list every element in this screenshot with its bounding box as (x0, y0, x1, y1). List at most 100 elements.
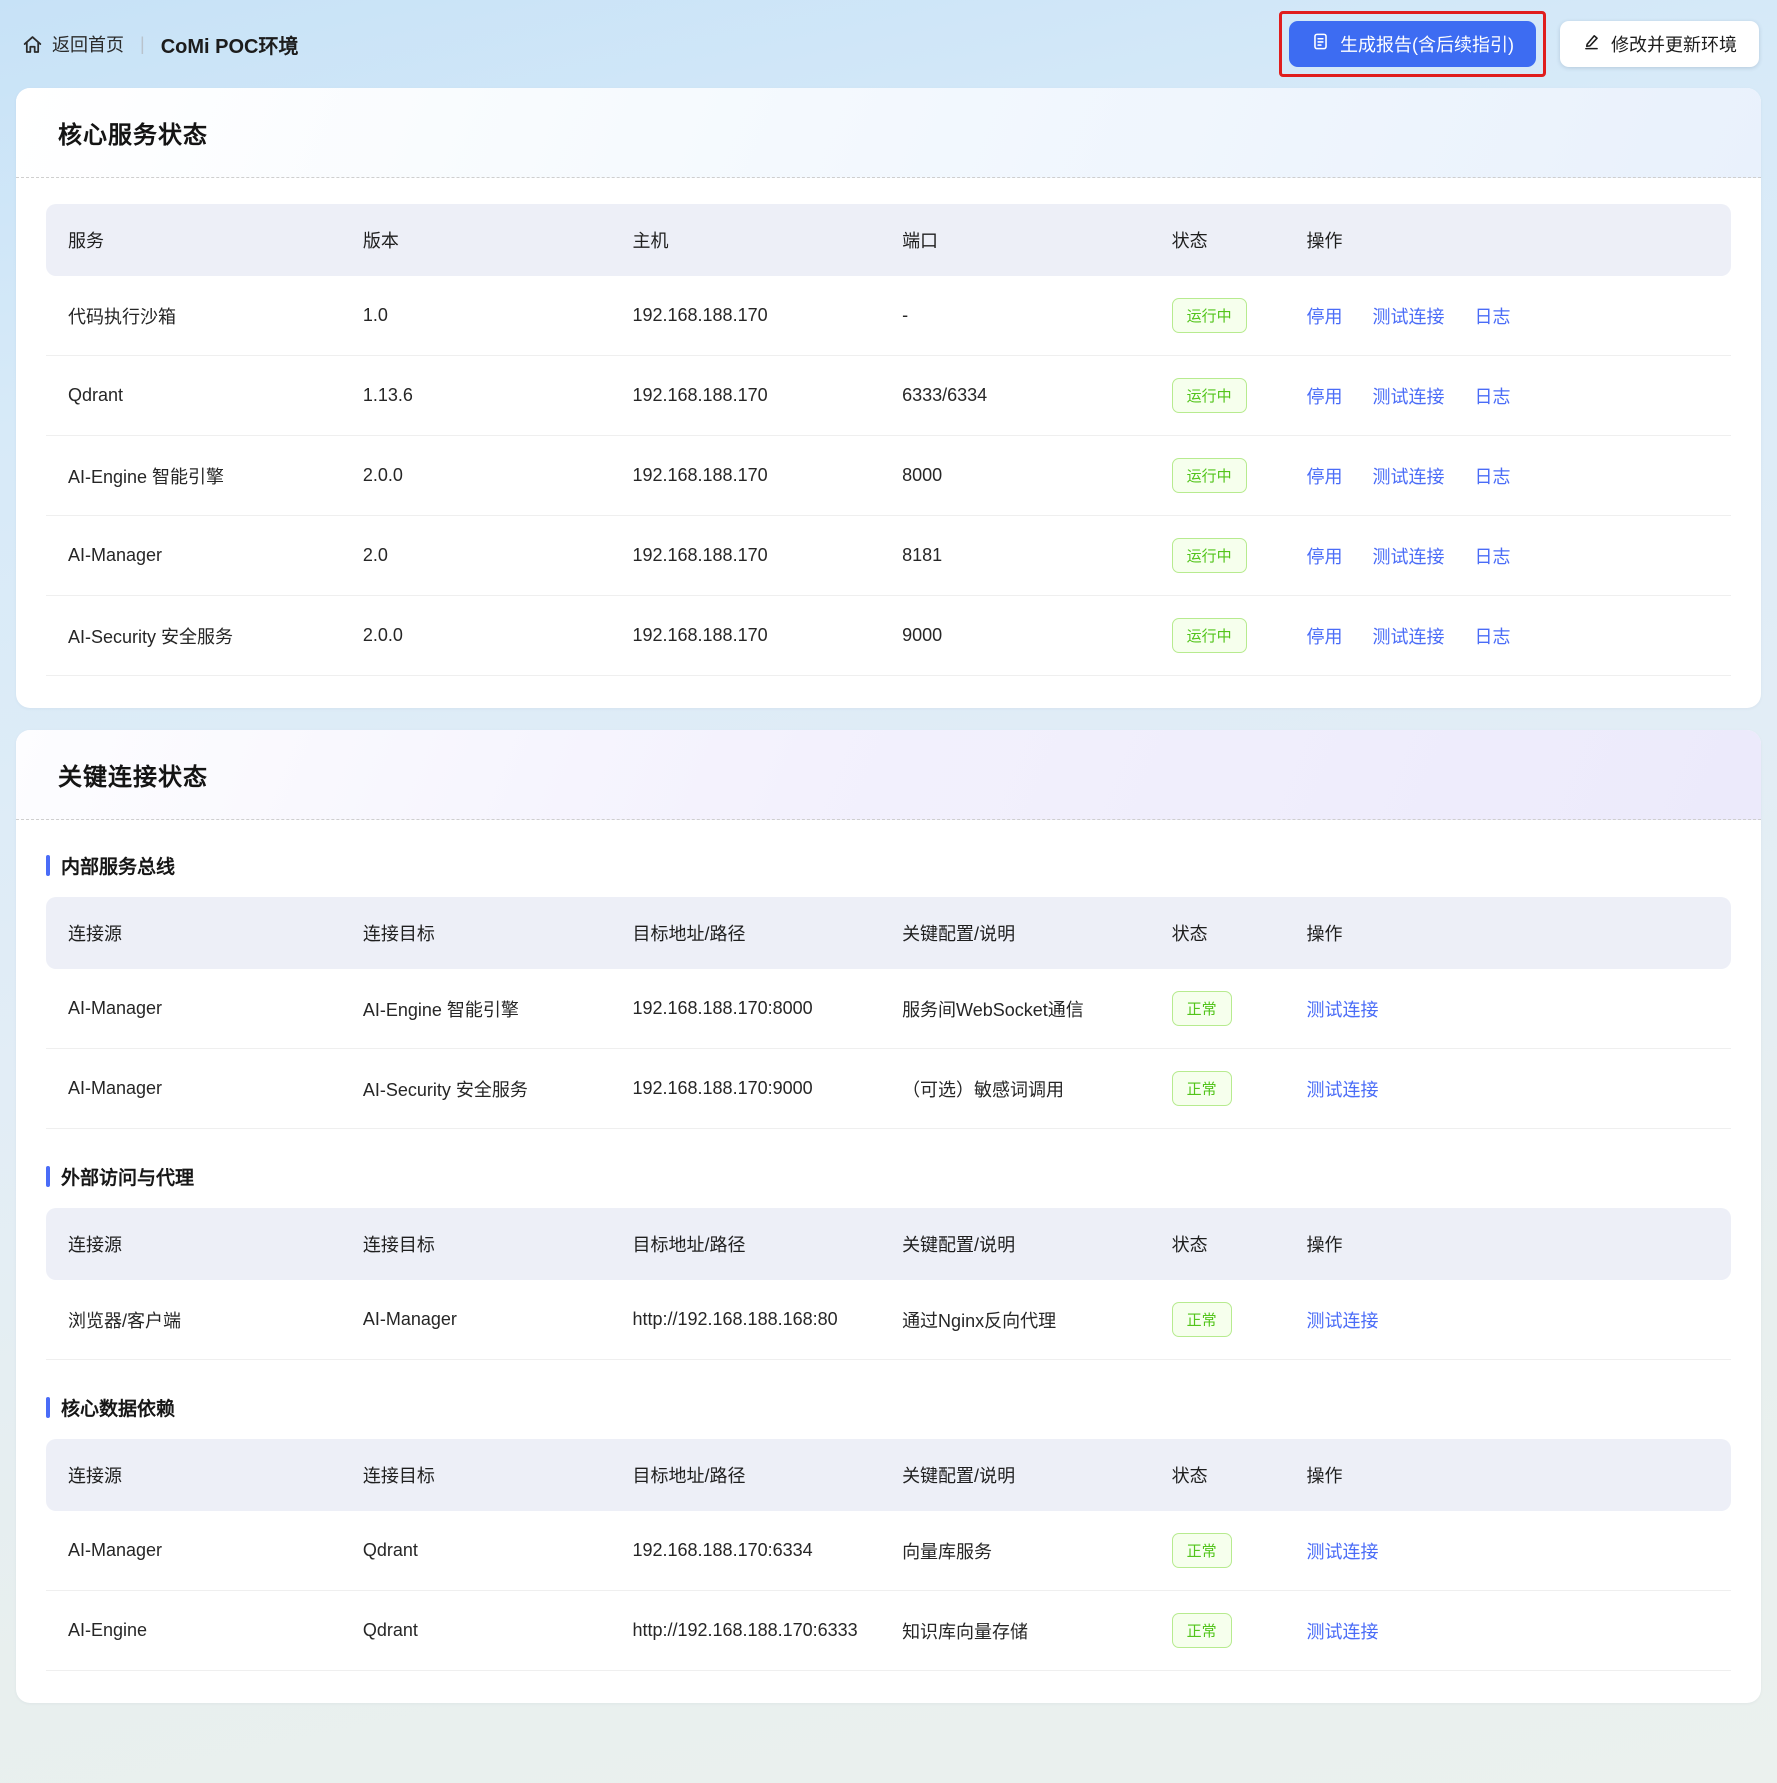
table-header-row: 连接源 连接目标 目标地址/路径 关键配置/说明 状态 操作 (46, 1439, 1731, 1511)
group-title: 核心数据依赖 (61, 1399, 176, 1420)
report-icon (1311, 32, 1330, 56)
service-host: 192.168.188.170 (632, 625, 768, 645)
status-badge: 运行中 (1171, 298, 1247, 333)
service-version: 2.0 (362, 545, 388, 565)
core-services-header: 核心服务状态 (16, 88, 1761, 178)
table-body: AI-Manager Qdrant 192.168.188.170:6334 向… (46, 1511, 1731, 1671)
group-label-bar (46, 855, 50, 876)
service-name: Qdrant (68, 385, 124, 405)
table-row: AI-Manager AI-Engine 智能引擎 192.168.188.17… (46, 969, 1731, 1049)
topbar-left: 返回首页 | CoMi POC环境 (22, 30, 298, 59)
conn-action-cell: 测试连接 (1284, 1307, 1731, 1333)
service-version: 1.13.6 (362, 385, 413, 405)
action-link[interactable]: 停用 (1306, 627, 1342, 647)
status-badge: 运行中 (1171, 618, 1247, 653)
action-link[interactable]: 停用 (1306, 547, 1342, 567)
column-header: 目标地址/路径 (632, 924, 746, 944)
action-link[interactable]: 测试连接 (1372, 307, 1444, 327)
conn-target: AI-Manager (362, 1309, 457, 1329)
service-version: 2.0.0 (362, 465, 403, 485)
conn-address: 192.168.188.170:9000 (632, 1078, 813, 1098)
service-port: - (902, 305, 909, 325)
core-services-body: 服务 版本 主机 端口 状态 操作 代码执行沙箱 1.0 192.168.188.170 … (16, 178, 1761, 708)
generate-report-button[interactable]: 生成报告(含后续指引) (1289, 21, 1536, 67)
status-badge: 正常 (1171, 1071, 1232, 1106)
conn-status-cell: 正常 (1150, 1613, 1285, 1648)
status-badge: 正常 (1171, 1533, 1232, 1568)
column-header: 状态 (1171, 924, 1208, 944)
column-header: 操作 (1306, 924, 1343, 944)
table-body: AI-Manager AI-Engine 智能引擎 192.168.188.17… (46, 969, 1731, 1129)
environment-title: CoMi POC环境 (160, 35, 299, 58)
group-label-bar (46, 1397, 50, 1418)
conn-action-cell: 测试连接 (1284, 996, 1731, 1022)
action-link[interactable]: 日志 (1474, 467, 1510, 487)
service-status-cell: 运行中 (1150, 378, 1285, 413)
service-port: 9000 (902, 625, 943, 645)
connection-table: 连接源 连接目标 目标地址/路径 关键配置/说明 状态 操作 AI-Manager AI-… (46, 897, 1731, 1129)
service-host: 192.168.188.170 (632, 545, 768, 565)
back-home-link[interactable]: 返回首页 (22, 31, 124, 57)
column-header: 目标地址/路径 (632, 1235, 746, 1255)
table-row: AI-Security 安全服务 2.0.0 192.168.188.170 9… (46, 596, 1731, 676)
action-link[interactable]: 测试连接 (1372, 627, 1444, 647)
row-actions: 停用 测试连接 日志 (1284, 383, 1731, 409)
action-link[interactable]: 日志 (1474, 627, 1510, 647)
column-header: 版本 (362, 231, 399, 251)
action-link[interactable]: 停用 (1306, 307, 1342, 327)
conn-address: 192.168.188.170:6334 (632, 1540, 813, 1560)
table-row: Qdrant 1.13.6 192.168.188.170 6333/6334 … (46, 356, 1731, 436)
table-header-row: 连接源 连接目标 目标地址/路径 关键配置/说明 状态 操作 (46, 1208, 1731, 1280)
column-header: 操作 (1306, 1235, 1343, 1255)
action-link[interactable]: 日志 (1474, 387, 1510, 407)
conn-config: 服务间WebSocket通信 (902, 999, 1084, 1020)
group-title: 内部服务总线 (61, 857, 176, 878)
action-link[interactable]: 日志 (1474, 547, 1510, 567)
conn-status-cell: 正常 (1150, 1302, 1285, 1337)
test-connection-link[interactable]: 测试连接 (1306, 1080, 1378, 1100)
column-header: 关键配置/说明 (902, 924, 1016, 944)
status-badge: 运行中 (1171, 458, 1247, 493)
connection-group: 外部访问与代理 连接源 连接目标 目标地址/路径 关键配置/说明 状态 操作 浏览器/客户… (46, 1163, 1731, 1360)
action-link[interactable]: 停用 (1306, 467, 1342, 487)
test-connection-link[interactable]: 测试连接 (1306, 1311, 1378, 1331)
row-actions: 停用 测试连接 日志 (1284, 543, 1731, 569)
status-badge: 运行中 (1171, 378, 1247, 413)
group-title: 外部访问与代理 (61, 1168, 195, 1189)
service-port: 6333/6334 (902, 385, 988, 405)
column-header: 连接目标 (362, 924, 435, 944)
home-icon (22, 34, 43, 55)
test-connection-link[interactable]: 测试连接 (1306, 1542, 1378, 1562)
service-host: 192.168.188.170 (632, 305, 768, 325)
row-actions: 停用 测试连接 日志 (1284, 623, 1731, 649)
table-row: 代码执行沙箱 1.0 192.168.188.170 - 运行中 停用 测试连接 日… (46, 276, 1731, 356)
connection-table: 连接源 连接目标 目标地址/路径 关键配置/说明 状态 操作 浏览器/客户端 AI-Man… (46, 1208, 1731, 1360)
service-name: AI-Security 安全服务 (68, 626, 234, 647)
group-label: 核心数据依赖 (46, 1394, 1731, 1421)
action-link[interactable]: 日志 (1474, 307, 1510, 327)
pencil-icon (1582, 32, 1601, 56)
service-version: 1.0 (362, 305, 388, 325)
action-link[interactable]: 测试连接 (1372, 467, 1444, 487)
service-name: AI-Engine 智能引擎 (68, 466, 225, 487)
conn-action-cell: 测试连接 (1284, 1076, 1731, 1102)
conn-source: AI-Manager (68, 998, 163, 1018)
service-host: 192.168.188.170 (632, 385, 768, 405)
conn-status-cell: 正常 (1150, 1533, 1285, 1568)
column-header: 操作 (1306, 231, 1343, 251)
table-row: AI-Manager Qdrant 192.168.188.170:6334 向… (46, 1511, 1731, 1591)
update-environment-button[interactable]: 修改并更新环境 (1560, 21, 1759, 67)
test-connection-link[interactable]: 测试连接 (1306, 1622, 1378, 1642)
column-header: 关键配置/说明 (902, 1466, 1016, 1486)
test-connection-link[interactable]: 测试连接 (1306, 1000, 1378, 1020)
conn-address: http://192.168.188.168:80 (632, 1309, 838, 1329)
conn-action-cell: 测试连接 (1284, 1538, 1731, 1564)
table-row: AI-Manager 2.0 192.168.188.170 8181 运行中 … (46, 516, 1731, 596)
action-link[interactable]: 停用 (1306, 387, 1342, 407)
connections-body: 内部服务总线 连接源 连接目标 目标地址/路径 关键配置/说明 状态 操作 AI-Mana… (16, 820, 1761, 1703)
status-badge: 正常 (1171, 1613, 1232, 1648)
conn-source: AI-Engine (68, 1620, 148, 1640)
action-link[interactable]: 测试连接 (1372, 547, 1444, 567)
column-header: 主机 (632, 231, 669, 251)
action-link[interactable]: 测试连接 (1372, 387, 1444, 407)
